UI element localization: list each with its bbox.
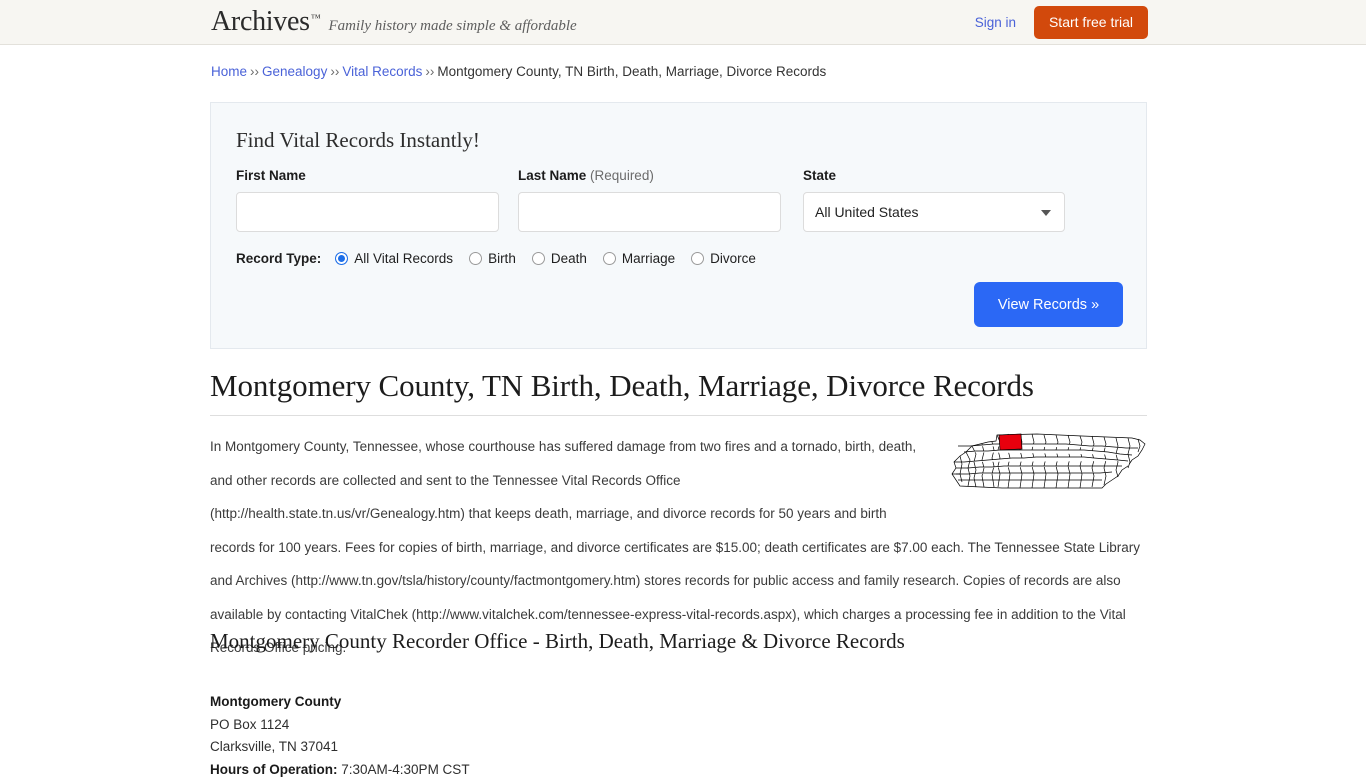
header-inner: Archives™ Family history made simple & a… xyxy=(0,0,1366,44)
radio-icon-birth[interactable] xyxy=(469,252,482,265)
radio-label-birth: Birth xyxy=(488,251,516,266)
breadcrumb-separator-icon: ›› xyxy=(330,64,339,79)
radio-label-death: Death xyxy=(551,251,587,266)
breadcrumb-item-vital-records[interactable]: Vital Records xyxy=(342,64,422,79)
sign-in-link[interactable]: Sign in xyxy=(975,15,1016,30)
radio-icon-marriage[interactable] xyxy=(603,252,616,265)
header-actions: Sign in Start free trial xyxy=(975,6,1148,39)
last-name-label: Last Name (Required) xyxy=(518,168,654,183)
site-logo[interactable]: Archives™ Family history made simple & a… xyxy=(211,7,577,37)
record-type-label: Record Type: xyxy=(236,251,321,266)
tennessee-county-map-image xyxy=(942,430,1147,502)
office-address-line-2: Clarksville, TN 37041 xyxy=(210,736,470,759)
state-select[interactable]: All United States xyxy=(803,192,1065,232)
radio-birth[interactable]: Birth xyxy=(469,251,516,266)
radio-divorce[interactable]: Divorce xyxy=(691,251,756,266)
search-panel-title: Find Vital Records Instantly! xyxy=(236,128,480,153)
office-hours: Hours of Operation: 7:30AM-4:30PM CST xyxy=(210,759,470,781)
breadcrumb-item-genealogy[interactable]: Genealogy xyxy=(262,64,327,79)
site-header: Archives™ Family history made simple & a… xyxy=(0,0,1366,45)
breadcrumb-separator-icon: ›› xyxy=(250,64,259,79)
last-name-label-text: Last Name xyxy=(518,168,586,183)
radio-label-divorce: Divorce xyxy=(710,251,756,266)
radio-marriage[interactable]: Marriage xyxy=(603,251,675,266)
first-name-label: First Name xyxy=(236,168,306,183)
state-label-text: State xyxy=(803,168,836,183)
vital-records-search-panel: Find Vital Records Instantly! First Name… xyxy=(210,102,1147,349)
radio-death[interactable]: Death xyxy=(532,251,587,266)
radio-icon-all-vital-records[interactable] xyxy=(335,252,348,265)
radio-label-marriage: Marriage xyxy=(622,251,675,266)
breadcrumb-item-current: Montgomery County, TN Birth, Death, Marr… xyxy=(437,64,826,79)
recorder-office-section-title: Montgomery County Recorder Office - Birt… xyxy=(210,629,905,654)
radio-icon-divorce[interactable] xyxy=(691,252,704,265)
start-free-trial-button[interactable]: Start free trial xyxy=(1034,6,1148,39)
breadcrumb-separator-icon: ›› xyxy=(425,64,434,79)
first-name-label-text: First Name xyxy=(236,168,306,183)
office-name: Montgomery County xyxy=(210,691,470,714)
breadcrumb-item-home[interactable]: Home xyxy=(211,64,247,79)
office-hours-value: 7:30AM-4:30PM CST xyxy=(341,762,469,777)
trademark-icon: ™ xyxy=(311,13,321,24)
chevron-down-icon xyxy=(1041,210,1051,216)
radio-all-vital-records[interactable]: All Vital Records xyxy=(335,251,453,266)
office-address-line-1: PO Box 1124 xyxy=(210,714,470,737)
view-records-button[interactable]: View Records » xyxy=(974,282,1123,327)
state-label: State xyxy=(803,168,836,183)
breadcrumb: Home››Genealogy››Vital Records››Montgome… xyxy=(211,64,826,79)
state-select-value: All United States xyxy=(815,204,919,220)
last-name-required-note: (Required) xyxy=(590,168,654,183)
last-name-input[interactable] xyxy=(518,192,781,232)
office-hours-label: Hours of Operation: xyxy=(210,762,338,777)
radio-label-all-vital-records: All Vital Records xyxy=(354,251,453,266)
page-title: Montgomery County, TN Birth, Death, Marr… xyxy=(210,368,1147,416)
site-tagline: Family history made simple & affordable xyxy=(329,18,577,35)
radio-icon-death[interactable] xyxy=(532,252,545,265)
logo-wordmark: Archives xyxy=(211,7,310,37)
record-type-group: Record Type: All Vital Records Birth Dea… xyxy=(236,251,772,266)
first-name-input[interactable] xyxy=(236,192,499,232)
